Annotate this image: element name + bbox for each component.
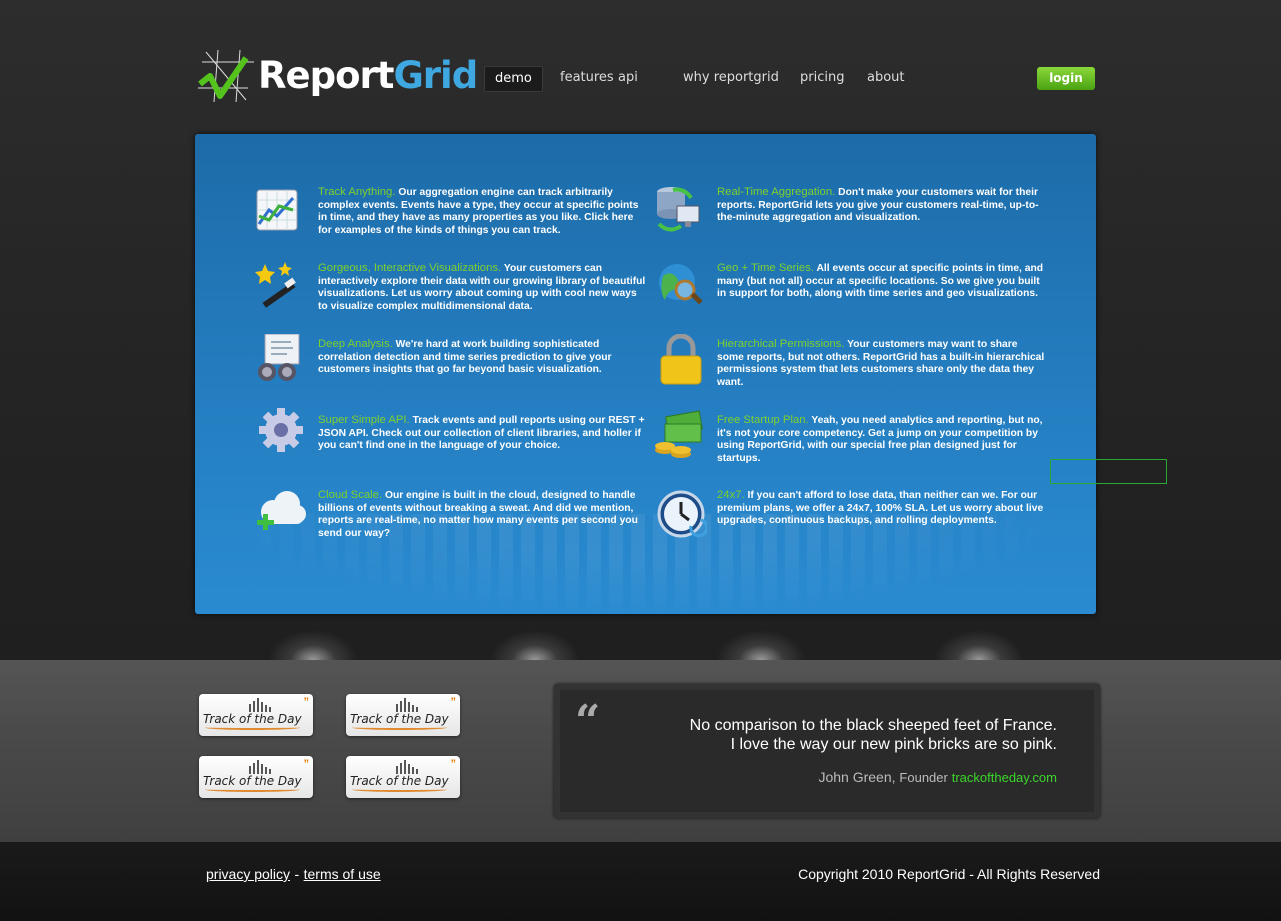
equalizer-icon: [396, 698, 418, 712]
feature-real-time-aggregation[interactable]: Real-Time Aggregation. Don't make your c…: [717, 186, 1047, 225]
highlight-outline: [1050, 459, 1167, 484]
quote-glyph: ”: [450, 696, 457, 708]
feature-title: Hierarchical Permissions.: [717, 338, 845, 350]
testimonial-line-1: No comparison to the black sheeped feet …: [689, 717, 1057, 734]
brand-name-first: Report: [258, 54, 394, 97]
feature-track-anything[interactable]: Track Anything. Our aggregation engine c…: [318, 186, 648, 237]
equalizer-icon: [249, 760, 271, 774]
feature-geo-time-series[interactable]: Geo + Time Series. All events occur at s…: [717, 262, 1047, 301]
swoosh: [205, 725, 300, 730]
feature-visualizations[interactable]: Gorgeous, Interactive Visualizations. Yo…: [318, 262, 648, 313]
chart-icon: [253, 186, 301, 234]
feature-title: 24x7.: [717, 489, 745, 501]
feature-24x7[interactable]: 24x7. If you can't afford to lose data, …: [717, 489, 1047, 528]
client-logo-text: Track of the Day: [350, 774, 449, 788]
swoosh: [205, 787, 300, 792]
login-button[interactable]: login: [1037, 67, 1095, 90]
privacy-policy-link[interactable]: privacy policy: [206, 866, 290, 882]
feature-title: Deep Analysis.: [318, 338, 393, 350]
client-logo-text: Track of the Day: [350, 712, 449, 726]
testimonial-author: John Green, Founder trackoftheday.com: [818, 769, 1057, 785]
spotlight: [268, 630, 358, 660]
feature-title: Cloud Scale.: [318, 489, 383, 501]
author-name: John Green,: [818, 769, 896, 785]
author-site-link[interactable]: trackoftheday.com: [952, 770, 1057, 785]
copyright: Copyright 2010 ReportGrid - All Rights R…: [798, 866, 1100, 882]
nav-why-reportgrid[interactable]: why reportgrid: [683, 66, 779, 90]
swoosh: [352, 725, 447, 730]
spotlight: [490, 630, 580, 660]
quote-glyph: ”: [303, 758, 310, 770]
feature-hierarchical-permissions[interactable]: Hierarchical Permissions. Your customers…: [717, 338, 1047, 389]
client-logo-text: Track of the Day: [203, 774, 302, 788]
client-logo[interactable]: Track of the Day ”: [199, 694, 313, 736]
client-logo-text: Track of the Day: [203, 712, 302, 726]
client-logo[interactable]: Track of the Day ”: [346, 694, 460, 736]
footer-separator: -: [294, 866, 300, 882]
gear-icon: [257, 406, 305, 454]
swoosh: [352, 787, 447, 792]
client-logo[interactable]: Track of the Day ”: [199, 756, 313, 798]
brand-name-second: Grid: [393, 54, 478, 97]
quote-glyph: ”: [303, 696, 310, 708]
feature-deep-analysis[interactable]: Deep Analysis. We're hard at work buildi…: [318, 338, 648, 377]
feature-title: Track Anything.: [318, 186, 396, 198]
quote-glyph: ”: [450, 758, 457, 770]
cloud-add-icon: [255, 488, 306, 536]
nav-api[interactable]: api: [618, 66, 638, 90]
spotlight: [716, 630, 806, 660]
feature-super-simple-api[interactable]: Super Simple API. Track events and pull …: [318, 414, 648, 453]
globe-search-icon: [657, 262, 705, 310]
logo-icon: [198, 49, 254, 103]
feature-free-startup-plan[interactable]: Free Startup Plan. Yeah, you need analyt…: [717, 414, 1047, 465]
feature-title: Gorgeous, Interactive Visualizations.: [318, 262, 502, 274]
feature-title: Real-Time Aggregation.: [717, 186, 836, 198]
feature-body: If you can't afford to lose data, than n…: [717, 490, 1044, 527]
author-role: Founder: [899, 770, 948, 785]
quote-mark-icon: “: [575, 696, 601, 747]
equalizer-icon: [396, 760, 418, 774]
spotlight: [934, 630, 1024, 660]
padlock-icon: [657, 333, 705, 385]
equalizer-icon: [249, 698, 271, 712]
client-logo[interactable]: Track of the Day ”: [346, 756, 460, 798]
nav-features[interactable]: features: [560, 66, 614, 90]
database-sync-icon: [655, 184, 703, 232]
feature-title: Free Startup Plan.: [717, 414, 809, 426]
nav-pricing[interactable]: pricing: [800, 66, 844, 90]
feature-cloud-scale[interactable]: Cloud Scale. Our engine is built in the …: [318, 489, 648, 540]
magic-wand-icon: [255, 262, 303, 310]
binoculars-icon: [255, 333, 303, 382]
terms-of-use-link[interactable]: terms of use: [304, 866, 381, 882]
features-panel: Track Anything. Our aggregation engine c…: [195, 134, 1096, 614]
money-icon: [653, 410, 703, 458]
brand-name[interactable]: ReportGrid: [258, 52, 478, 100]
feature-title: Super Simple API.: [318, 414, 410, 426]
nav-demo[interactable]: demo: [484, 66, 543, 92]
footer-links: privacy policy - terms of use: [206, 866, 381, 884]
nav-about[interactable]: about: [867, 66, 905, 90]
feature-title: Geo + Time Series.: [717, 262, 815, 274]
testimonial-line-2: I love the way our new pink bricks are s…: [730, 736, 1057, 753]
clock-icon: [657, 490, 709, 538]
